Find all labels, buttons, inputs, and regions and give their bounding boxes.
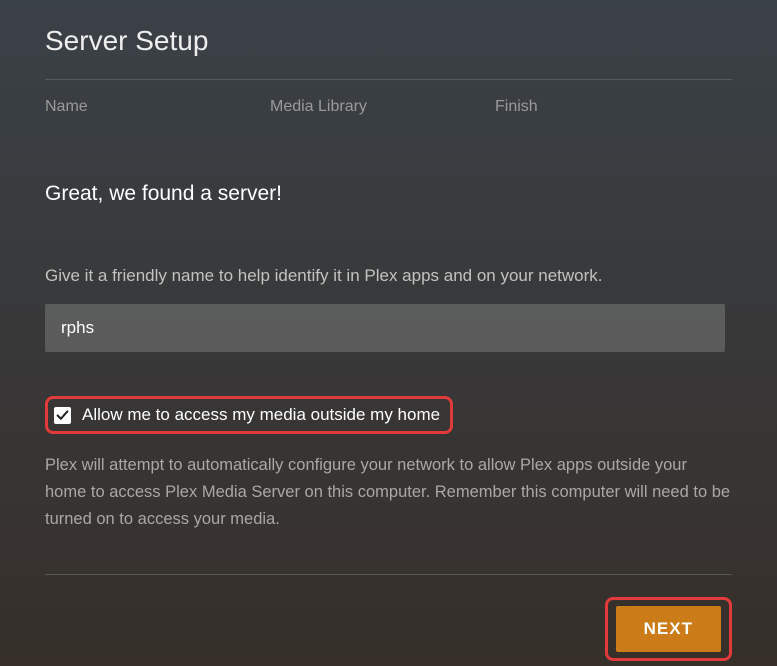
step-media-library[interactable]: Media Library — [270, 98, 495, 116]
remote-access-label[interactable]: Allow me to access my media outside my h… — [82, 405, 440, 425]
server-name-input[interactable] — [45, 304, 725, 352]
step-finish[interactable]: Finish — [495, 98, 720, 116]
checkmark-icon — [56, 409, 69, 422]
step-name[interactable]: Name — [45, 98, 270, 116]
footer: NEXT — [45, 597, 732, 661]
remote-access-checkbox[interactable] — [54, 407, 71, 424]
wizard-steps: Name Media Library Finish — [45, 80, 732, 116]
next-button-highlight: NEXT — [605, 597, 732, 661]
footer-divider — [45, 574, 732, 575]
found-server-headline: Great, we found a server! — [45, 182, 732, 206]
page-title: Server Setup — [45, 25, 732, 57]
remote-access-help-text: Plex will attempt to automatically confi… — [45, 452, 732, 534]
name-instruction: Give it a friendly name to help identify… — [45, 266, 732, 286]
next-button[interactable]: NEXT — [616, 606, 721, 652]
remote-access-row[interactable]: Allow me to access my media outside my h… — [45, 396, 453, 434]
